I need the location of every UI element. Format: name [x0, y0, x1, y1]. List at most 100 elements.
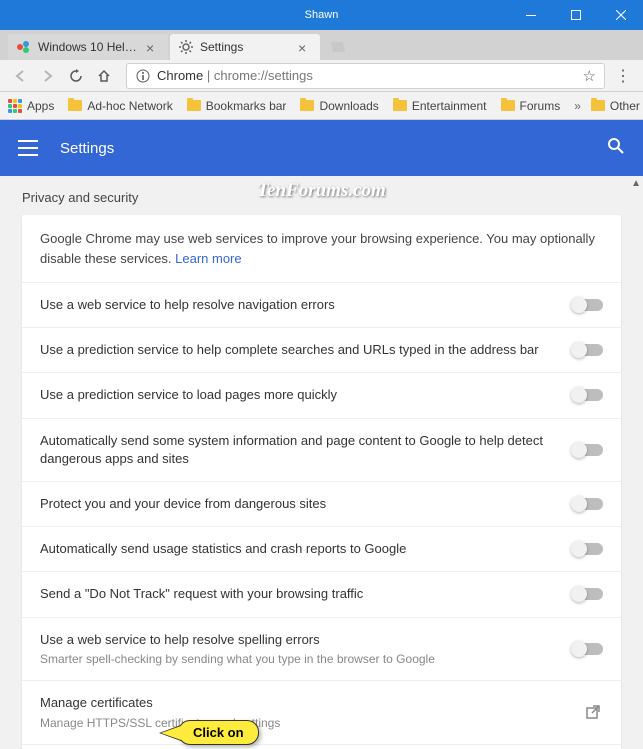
folder-icon: [187, 100, 201, 111]
address-bar[interactable]: Chrome | chrome://settings ☆: [126, 63, 605, 89]
close-icon: [616, 10, 626, 20]
search-icon: [607, 137, 625, 155]
settings-row: Use a web service to help resolve spelli…: [22, 618, 621, 682]
forward-arrow-icon: [41, 69, 55, 83]
row-title: Automatically send usage statistics and …: [40, 540, 561, 558]
home-icon: [97, 69, 111, 83]
home-button[interactable]: [92, 64, 116, 88]
settings-row: Automatically send some system informati…: [22, 419, 621, 482]
row-text: Use a web service to help resolve spelli…: [40, 631, 573, 668]
settings-row: Use a prediction service to load pages m…: [22, 373, 621, 418]
window-titlebar: Shawn: [0, 0, 643, 30]
row-title: Manage certificates: [40, 694, 573, 712]
row-title: Use a web service to help resolve spelli…: [40, 631, 561, 649]
settings-row: Send a "Do Not Track" request with your …: [22, 572, 621, 617]
settings-row: Automatically send usage statistics and …: [22, 527, 621, 572]
row-text: Use a web service to help resolve naviga…: [40, 296, 573, 314]
toggle-switch[interactable]: [573, 543, 603, 555]
row-title: Use a web service to help resolve naviga…: [40, 296, 561, 314]
bookmark-folder[interactable]: Downloads: [300, 99, 378, 113]
page-content: Settings ▲ TenForums.com Privacy and sec…: [0, 120, 643, 749]
toggle-switch[interactable]: [573, 643, 603, 655]
menu-button[interactable]: [18, 140, 38, 156]
browser-menu-button[interactable]: ⋮: [611, 64, 635, 88]
settings-row: Protect you and your device from dangero…: [22, 482, 621, 527]
toggle-switch[interactable]: [573, 498, 603, 510]
tab-close-button[interactable]: ×: [146, 40, 160, 54]
gear-icon: [178, 39, 194, 55]
info-icon[interactable]: [135, 68, 151, 84]
row-title: Send a "Do Not Track" request with your …: [40, 585, 561, 603]
settings-row: Use a web service to help resolve naviga…: [22, 283, 621, 328]
window-minimize-button[interactable]: [508, 0, 553, 30]
window-maximize-button[interactable]: [553, 0, 598, 30]
bookmark-folder[interactable]: Bookmarks bar: [187, 99, 287, 113]
apps-label: Apps: [27, 99, 54, 113]
row-text: Protect you and your device from dangero…: [40, 495, 573, 513]
bookmarks-bar: Apps Ad-hoc Network Bookmarks bar Downlo…: [0, 92, 643, 120]
row-title: Use a prediction service to load pages m…: [40, 386, 561, 404]
new-tab-button[interactable]: [328, 37, 348, 57]
forward-button[interactable]: [36, 64, 60, 88]
folder-icon: [68, 100, 82, 111]
callout-text: Click on: [193, 725, 244, 740]
reload-button[interactable]: [64, 64, 88, 88]
url-scheme: Chrome: [157, 68, 203, 83]
kebab-icon: ⋮: [615, 66, 631, 86]
row-title: Use a prediction service to help complet…: [40, 341, 561, 359]
scroll-up-arrow[interactable]: ▲: [631, 178, 641, 189]
annotation-callout: Click on: [178, 720, 259, 745]
reload-icon: [69, 69, 83, 83]
row-text: Use a prediction service to help complet…: [40, 341, 573, 359]
tab-close-button[interactable]: ×: [298, 40, 312, 54]
browser-toolbar: Chrome | chrome://settings ☆ ⋮: [0, 60, 643, 92]
settings-appbar: Settings: [0, 120, 643, 176]
settings-card: Google Chrome may use web services to im…: [22, 215, 621, 749]
folder-icon: [300, 100, 314, 111]
row-subtitle: Manage HTTPS/SSL certificates and settin…: [40, 715, 573, 732]
maximize-icon: [571, 10, 581, 20]
back-button[interactable]: [8, 64, 32, 88]
folder-icon: [393, 100, 407, 111]
toggle-switch[interactable]: [573, 444, 603, 456]
tab-title: Settings: [200, 40, 294, 54]
bookmark-folder[interactable]: Entertainment: [393, 99, 487, 113]
new-tab-icon: [329, 39, 347, 55]
row-subtitle: Smarter spell-checking by sending what y…: [40, 651, 561, 668]
titlebar-username: Shawn: [305, 9, 339, 21]
bookmark-star-button[interactable]: ☆: [583, 67, 596, 85]
row-title: Automatically send some system informati…: [40, 432, 561, 468]
toggle-switch[interactable]: [573, 299, 603, 311]
bookmarks-overflow-button[interactable]: »: [574, 99, 581, 113]
settings-row[interactable]: Manage certificates Manage HTTPS/SSL cert…: [22, 681, 621, 745]
apps-shortcut[interactable]: Apps: [8, 99, 54, 113]
row-text: Manage certificates Manage HTTPS/SSL cert…: [40, 694, 585, 731]
row-title: Protect you and your device from dangero…: [40, 495, 561, 513]
row-text: Automatically send some system informati…: [40, 432, 573, 468]
settings-search-button[interactable]: [607, 137, 625, 160]
tenforums-favicon-icon: [16, 39, 32, 55]
intro-text: Google Chrome may use web services to im…: [22, 215, 621, 283]
settings-row[interactable]: Content settingsControl what information…: [22, 745, 621, 749]
row-text: Automatically send usage statistics and …: [40, 540, 573, 558]
folder-icon: [591, 100, 605, 111]
toggle-switch[interactable]: [573, 389, 603, 401]
back-arrow-icon: [13, 69, 27, 83]
bookmark-folder[interactable]: Ad-hoc Network: [68, 99, 172, 113]
tab-active[interactable]: Settings ×: [170, 34, 320, 60]
learn-more-link[interactable]: Learn more: [175, 251, 241, 266]
tab-inactive[interactable]: Windows 10 Help Forum… ×: [8, 34, 168, 60]
row-text: Send a "Do Not Track" request with your …: [40, 585, 573, 603]
other-bookmarks-button[interactable]: Other bookmarks: [591, 99, 643, 113]
apps-grid-icon: [8, 99, 22, 113]
url-path: | chrome://settings: [203, 68, 313, 83]
toggle-switch[interactable]: [573, 588, 603, 600]
external-link-icon: [585, 704, 603, 722]
window-close-button[interactable]: [598, 0, 643, 30]
toggle-switch[interactable]: [573, 344, 603, 356]
settings-row: Use a prediction service to help complet…: [22, 328, 621, 373]
bookmark-folder[interactable]: Forums: [501, 99, 561, 113]
tab-strip: Windows 10 Help Forum… × Settings ×: [0, 30, 643, 60]
tab-title: Windows 10 Help Forum…: [38, 40, 142, 54]
watermark-text: TenForums.com: [257, 180, 386, 202]
